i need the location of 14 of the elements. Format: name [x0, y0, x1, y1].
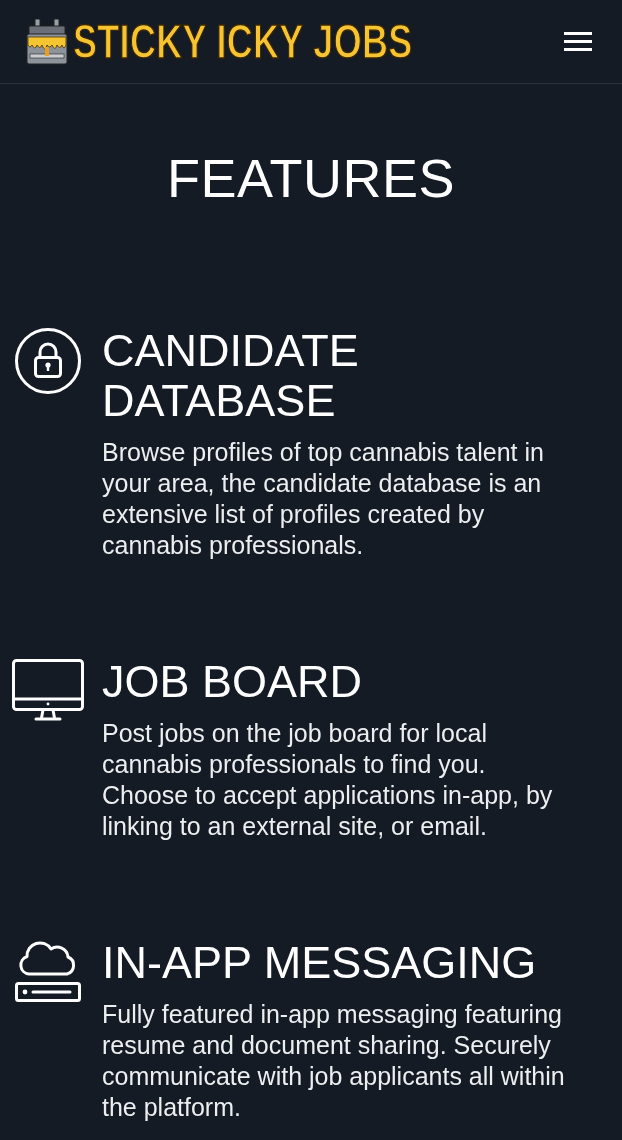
- machine-icon[interactable]: [26, 18, 68, 65]
- lock-icon: [15, 328, 81, 394]
- feature-description: Browse profiles of top cannabis talent in your area, the candidate database is an extensive list of profiles created by cannabis professionals.: [102, 437, 545, 561]
- feature-heading: JOB BOARD: [102, 657, 364, 707]
- menu-icon: [564, 32, 592, 51]
- logo-text[interactable]: STICKY ICKY JOBS: [73, 17, 413, 66]
- feature-heading: CANDIDATE DATABASE: [102, 326, 360, 426]
- feature-heading: IN-APP MESSAGING: [102, 938, 538, 988]
- monitor-icon: [12, 659, 84, 721]
- menu-button[interactable]: [564, 32, 592, 51]
- feature-description: Fully featured in-app messaging featuring resume and document sharing. Securely communicate with job applicants all within the platform.: [102, 999, 566, 1123]
- section-title: FEATURES: [166, 147, 456, 210]
- cloud-server-icon: [15, 940, 81, 1002]
- feature-description: Post jobs on the job board for local cannabis professionals to find you. Choose to accept applications in-app, by linking to an external site, or email.: [102, 718, 554, 842]
